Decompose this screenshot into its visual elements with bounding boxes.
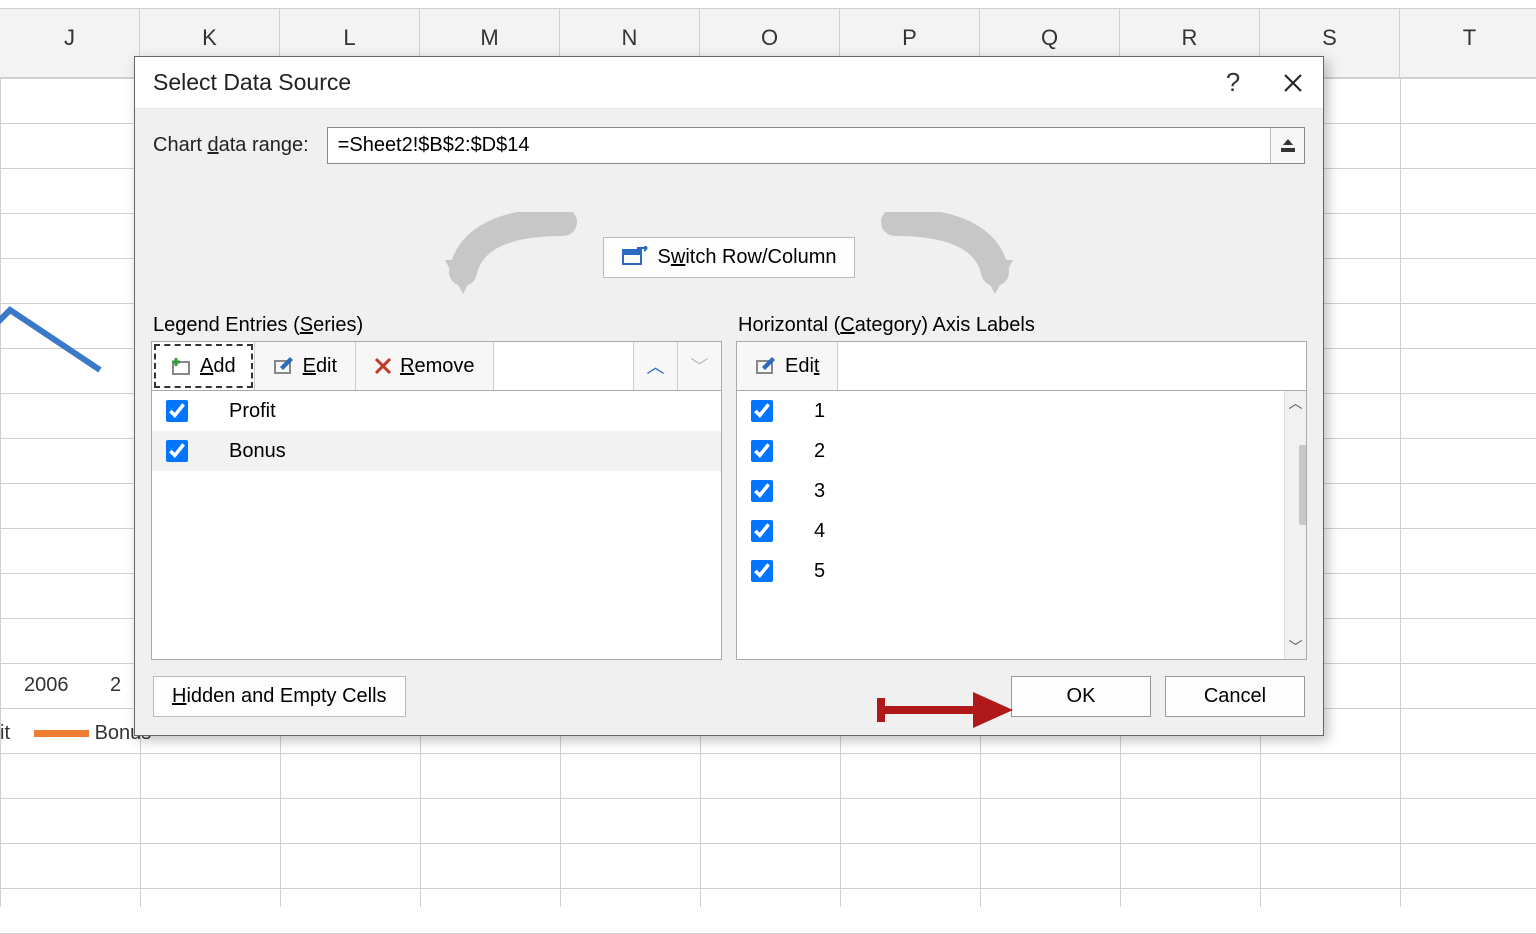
chart-data-range-input[interactable] [328,128,1270,163]
chart-data-range-input-wrap [327,127,1305,164]
series-listbox[interactable]: Profit Bonus [151,391,722,660]
series-toolbar: Add Edit Remove ︿ ﹀ [151,341,722,391]
category-checkbox[interactable] [751,520,773,542]
legend-entries-label: Legend Entries (Series) [153,314,722,337]
legend-entries-panel: Legend Entries (Series) Add Edit Remove … [151,306,722,660]
move-series-up-button[interactable]: ︿ [633,342,677,390]
collapse-icon [1279,137,1297,155]
category-label: 5 [814,560,825,583]
curve-arrow-right-icon [875,212,1025,302]
help-button[interactable]: ? [1203,57,1263,108]
switch-row: Switch Row/Column [135,212,1323,302]
hidden-empty-cells-button[interactable]: Hidden and Empty Cells [153,676,406,717]
category-checkbox[interactable] [751,400,773,422]
category-label: 2 [814,440,825,463]
category-checkbox[interactable] [751,480,773,502]
category-label: 3 [814,480,825,503]
series-checkbox[interactable] [166,440,188,462]
switch-row-column-button[interactable]: Switch Row/Column [603,237,856,278]
series-item[interactable]: Profit [152,391,721,431]
edit-axis-button[interactable]: Edit [737,342,838,390]
edit-icon [755,356,777,376]
ok-button[interactable]: OK [1011,676,1151,717]
close-button[interactable] [1263,57,1323,108]
dialog-footer: Hidden and Empty Cells OK Cancel [135,660,1323,735]
category-item[interactable]: 1 [737,391,1306,431]
edit-icon [273,356,295,376]
category-item[interactable]: 4 [737,511,1306,551]
column-header-J[interactable]: J [0,9,140,77]
remove-icon [374,357,392,375]
series-item[interactable]: Bonus [152,431,721,471]
category-item[interactable]: 2 [737,431,1306,471]
scroll-down-button[interactable]: ﹀ [1285,635,1306,659]
category-label: 1 [814,400,825,423]
chevron-up-icon: ︿ [647,353,665,379]
scroll-up-button[interactable]: ︿ [1285,391,1306,415]
edit-series-button[interactable]: Edit [255,342,356,390]
close-icon [1284,74,1302,92]
category-item[interactable]: 5 [737,551,1306,591]
switch-icon [622,246,648,268]
category-checkbox[interactable] [751,440,773,462]
dialog-title: Select Data Source [135,69,1203,96]
column-header-T[interactable]: T [1400,9,1536,77]
chevron-down-icon: ﹀ [691,353,709,379]
axis-labels-panel: Horizontal (Category) Axis Labels Edit 1… [736,306,1307,660]
axis-labels-label: Horizontal (Category) Axis Labels [738,314,1307,337]
remove-series-button[interactable]: Remove [356,342,493,390]
legend-profit-partial: it [0,722,10,744]
category-scrollbar[interactable]: ︿ ﹀ [1284,391,1306,659]
category-checkbox[interactable] [751,560,773,582]
category-item[interactable]: 3 [737,471,1306,511]
axis-year-1: 2006 [24,674,69,697]
select-data-source-dialog: Select Data Source ? Chart data range: [134,56,1324,736]
chart-legend: it Bonus [0,722,151,745]
add-icon [170,356,192,376]
axis-toolbar: Edit [736,341,1307,391]
chart-data-range-row: Chart data range: [135,109,1323,164]
axis-year-2-partial: 2 [110,674,121,697]
curve-arrow-left-icon [433,212,583,302]
add-series-button[interactable]: Add [152,342,255,390]
scroll-thumb[interactable] [1299,445,1308,525]
collapse-dialog-button[interactable] [1270,128,1304,163]
chart-data-range-label: Chart data range: [153,134,309,157]
lists-row: Legend Entries (Series) Add Edit Remove … [135,306,1323,660]
series-name: Bonus [229,440,286,463]
legend-swatch-orange [34,730,89,737]
series-checkbox[interactable] [166,400,188,422]
series-name: Profit [229,400,276,423]
category-listbox[interactable]: 1 2 3 4 5 ︿ ﹀ [736,391,1307,660]
category-label: 4 [814,520,825,543]
dialog-titlebar: Select Data Source ? [135,57,1323,109]
cancel-button[interactable]: Cancel [1165,676,1305,717]
move-series-down-button[interactable]: ﹀ [677,342,721,390]
